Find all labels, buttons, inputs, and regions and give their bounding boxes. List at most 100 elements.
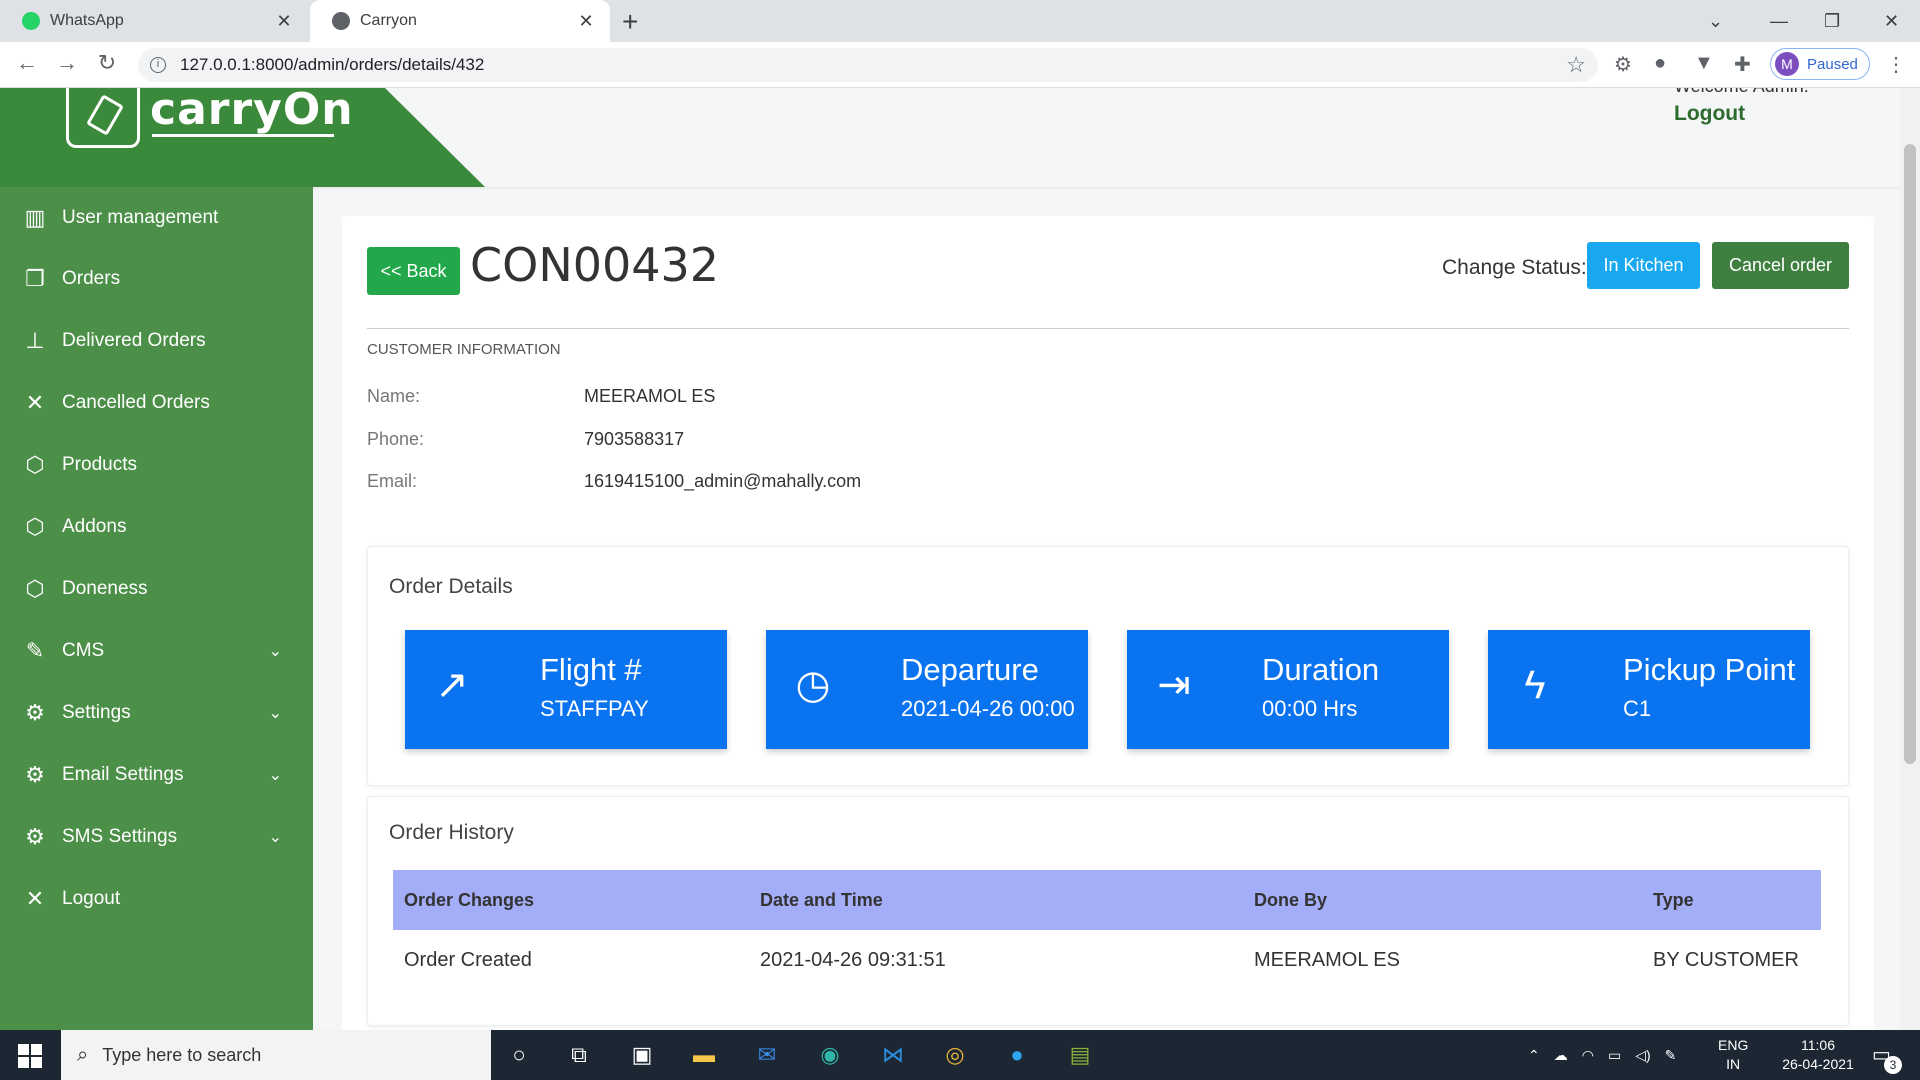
chevron-down-icon[interactable]: ⌄ — [269, 765, 282, 785]
vscode-icon[interactable]: ⋈ — [879, 1042, 907, 1068]
bookmark-star-icon[interactable]: ☆ — [1566, 52, 1586, 78]
cortana-icon[interactable]: ○ — [505, 1042, 533, 1068]
edge-icon[interactable]: ◉ — [816, 1042, 844, 1068]
table-row: Order Created 2021-04-26 09:31:51 MEERAM… — [393, 930, 1821, 992]
column-header: Date and Time — [760, 890, 883, 910]
windows-start-icon[interactable] — [18, 1044, 42, 1068]
chart-bar-icon: ▥ — [24, 205, 46, 230]
sidebar-item-label: Cancelled Orders — [62, 392, 210, 413]
sidebar-item-label: Delivered Orders — [62, 330, 206, 351]
battery-icon[interactable]: ▭ — [1608, 1047, 1621, 1064]
task-view-icon[interactable]: ⧉ — [565, 1042, 593, 1068]
scrollbar-thumb[interactable] — [1904, 144, 1916, 764]
terminal-icon[interactable]: ▤ — [1066, 1042, 1094, 1068]
system-tray: ⌃ ☁ ◠ ▭ ◁) ✎ — [1528, 1030, 1690, 1080]
change-status-label: Change Status: — [1442, 256, 1587, 279]
stat-value: 2021-04-26 00:00 — [901, 696, 1075, 721]
back-arrow-icon[interactable]: ← — [12, 50, 42, 76]
box-icon: ⬡ — [25, 452, 45, 477]
forward-arrow-icon[interactable]: → — [52, 50, 82, 76]
sidebar-item-sms-settings[interactable]: ⚙ SMS Settings ⌄ — [22, 820, 292, 854]
mail-icon[interactable]: ✉ — [753, 1042, 781, 1068]
cookie-icon[interactable]: ● — [1654, 52, 1666, 75]
back-button[interactable]: << Back — [367, 247, 460, 295]
chrome-icon[interactable]: ◎ — [941, 1042, 969, 1068]
sidebar-item-products[interactable]: ⬡ Products — [22, 448, 292, 482]
sidebar-item-delivered-orders[interactable]: ⊥ Delivered Orders — [22, 324, 292, 358]
volume-icon[interactable]: ◁) — [1635, 1047, 1650, 1064]
name-value: MEERAMOL ES — [584, 386, 716, 406]
close-icon: ✕ — [25, 390, 45, 415]
chevron-down-icon[interactable]: ⌄ — [269, 827, 282, 847]
address-bar[interactable]: i 127.0.0.1:8000/admin/orders/details/43… — [138, 48, 1598, 82]
sidebar-item-user-management[interactable]: ▥ User management — [22, 201, 292, 235]
edit-icon: ✎ — [25, 638, 45, 663]
page-scrollbar[interactable] — [1900, 88, 1920, 1030]
phone-label: Phone: — [367, 429, 425, 449]
browser-menu-icon[interactable]: ⋮ — [1886, 52, 1906, 77]
tab-carryon[interactable]: Carryon ✕ — [310, 0, 610, 42]
close-icon: ✕ — [25, 886, 45, 911]
sidebar-item-cms[interactable]: ✎ CMS ⌄ — [22, 634, 292, 668]
sidebar-item-label: Addons — [62, 516, 127, 537]
sidebar-item-logout[interactable]: ✕ Logout — [22, 882, 292, 916]
tab-search-icon[interactable]: ⌄ — [1708, 0, 1723, 42]
onedrive-icon[interactable]: ☁ — [1554, 1047, 1568, 1064]
sidebar-item-settings[interactable]: ⚙ Settings ⌄ — [22, 696, 292, 730]
stat-value: STAFFPAY — [540, 696, 649, 721]
sidebar-item-doneness[interactable]: ⬡ Doneness — [22, 572, 292, 606]
browser-tab-strip: WhatsApp ✕ Carryon ✕ + ⌄ — ❐ ✕ — [0, 0, 1920, 42]
extension-gear-icon[interactable]: ⚙ — [1614, 52, 1632, 77]
lightning-icon: ϟ — [1524, 663, 1546, 707]
close-window-button[interactable]: ✕ — [1884, 0, 1899, 42]
chevron-down-icon[interactable]: ⌄ — [269, 703, 282, 723]
logo-text: carryOn — [150, 88, 354, 135]
sidebar-item-orders[interactable]: ❐ Orders — [22, 262, 292, 296]
wifi-icon[interactable]: ◠ — [1582, 1047, 1594, 1064]
profile-button[interactable]: M Paused — [1770, 48, 1870, 80]
order-details-panel: Order Details ↗ Flight # STAFFPAY ◷ Depa… — [367, 546, 1849, 786]
arrow-to-line-icon: ⇥ — [1157, 663, 1191, 707]
store-icon[interactable]: ▣ — [628, 1042, 656, 1068]
url-text: 127.0.0.1:8000/admin/orders/details/432 — [180, 55, 485, 74]
cancel-order-button[interactable]: Cancel order — [1712, 242, 1849, 289]
box-icon: ⬡ — [25, 576, 45, 601]
taskbar-search-box[interactable]: ⌕ Type here to search — [61, 1030, 491, 1080]
sidebar-item-label: Doneness — [62, 578, 148, 599]
close-tab-icon[interactable]: ✕ — [274, 11, 294, 32]
sidebar-item-label: Settings — [62, 702, 131, 723]
file-explorer-icon[interactable]: ▬ — [690, 1042, 718, 1068]
reload-icon[interactable]: ↻ — [92, 50, 122, 76]
stat-title: Flight # — [540, 652, 642, 687]
language-indicator[interactable]: ENG IN — [1718, 1036, 1748, 1074]
clock[interactable]: 11:06 26-04-2021 — [1768, 1036, 1868, 1074]
info-icon[interactable]: i — [150, 57, 166, 73]
header-logout-link[interactable]: Logout — [1674, 102, 1745, 126]
sidebar-item-email-settings[interactable]: ⚙ Email Settings ⌄ — [22, 758, 292, 792]
extension-v-icon[interactable]: ▼ — [1694, 52, 1714, 75]
table-cell: MEERAMOL ES — [1254, 949, 1400, 971]
stat-value: C1 — [1623, 696, 1652, 721]
pen-icon[interactable]: ✎ — [1665, 1047, 1677, 1064]
tab-whatsapp[interactable]: WhatsApp ✕ — [0, 0, 308, 42]
stat-departure: ◷ Departure 2021-04-26 00:00 — [766, 630, 1088, 749]
order-history-title: Order History — [389, 821, 514, 844]
sidebar-item-addons[interactable]: ⬡ Addons — [22, 510, 292, 544]
app-icon[interactable]: ● — [1003, 1042, 1031, 1068]
maximize-button[interactable]: ❐ — [1824, 0, 1840, 42]
close-tab-icon[interactable]: ✕ — [576, 11, 596, 32]
chevron-up-icon[interactable]: ⌃ — [1528, 1047, 1540, 1064]
puzzle-icon[interactable]: ✚ — [1734, 52, 1751, 77]
name-label: Name: — [367, 386, 421, 406]
table-cell: Order Created — [404, 949, 532, 971]
sidebar-item-cancelled-orders[interactable]: ✕ Cancelled Orders — [22, 386, 292, 420]
sidebar-item-label: User management — [62, 207, 219, 228]
in-kitchen-button[interactable]: In Kitchen — [1587, 242, 1700, 289]
page-title: CON00432 — [470, 238, 720, 292]
chevron-down-icon[interactable]: ⌄ — [269, 641, 282, 661]
minimize-button[interactable]: — — [1770, 0, 1788, 42]
divider — [367, 328, 1849, 329]
sidebar: ▥ User management ❐ Orders ⊥ Delivered O… — [0, 187, 313, 1030]
new-tab-button[interactable]: + — [622, 6, 638, 38]
search-icon: ⌕ — [77, 1043, 89, 1066]
